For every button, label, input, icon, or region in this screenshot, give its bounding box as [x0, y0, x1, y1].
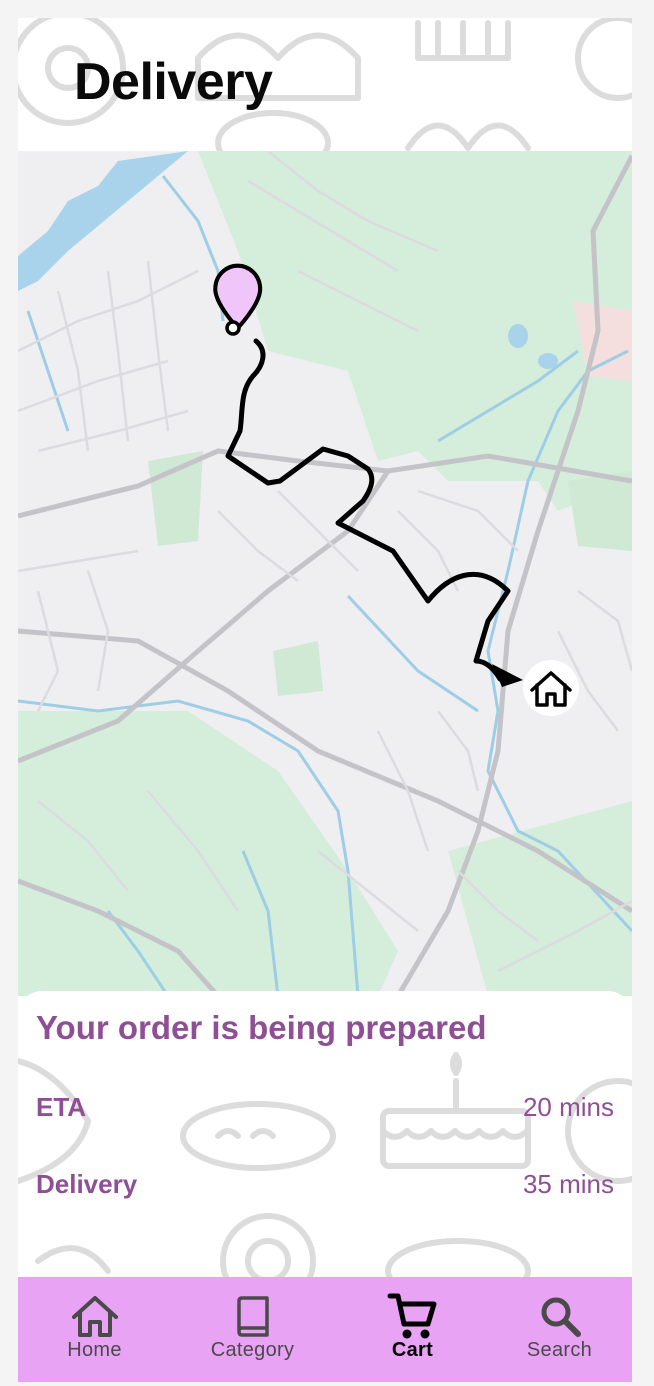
park-area [568, 471, 632, 551]
lake [18, 151, 188, 291]
park-area [18, 711, 398, 996]
nav-label-home: Home [67, 1339, 122, 1361]
header: Delivery [18, 18, 632, 151]
nav-item-search[interactable]: Search [483, 1277, 632, 1382]
book-icon [236, 1296, 269, 1337]
delivery-row: Delivery 35 mins [36, 1169, 614, 1209]
park-area [273, 641, 323, 696]
eta-row: ETA 20 mins [36, 1092, 614, 1132]
home-icon [71, 1296, 118, 1337]
eta-value: 20 mins [522, 1092, 614, 1122]
park-area [148, 451, 203, 546]
search-icon [541, 1297, 581, 1337]
eta-label: ETA [36, 1092, 87, 1122]
map-canvas[interactable] [18, 151, 632, 996]
bottom-navigation: Home Category Cart Search [18, 1277, 632, 1382]
page-title: Delivery [74, 53, 273, 111]
app-screen: Delivery Your order is being prepared ET… [18, 18, 632, 1382]
location-pin-icon[interactable] [213, 263, 263, 336]
order-status-title: Your order is being prepared [36, 1009, 487, 1046]
nav-item-home[interactable]: Home [18, 1277, 171, 1382]
pond [508, 324, 528, 348]
home-icon[interactable] [523, 660, 579, 716]
nav-item-cart[interactable]: Cart [336, 1277, 489, 1382]
nav-label-search: Search [526, 1339, 593, 1361]
nav-item-category[interactable]: Category [176, 1277, 329, 1382]
nav-label-category: Category [210, 1339, 295, 1361]
nav-label-cart: Cart [391, 1339, 434, 1361]
park-area [448, 801, 632, 996]
cart-icon [387, 1293, 436, 1339]
delivery-map[interactable] [18, 151, 632, 996]
delivery-label: Delivery [36, 1169, 138, 1199]
order-status-card: Your order is being prepared ETA 20 mins… [18, 991, 632, 1277]
delivery-value: 35 mins [522, 1169, 614, 1199]
